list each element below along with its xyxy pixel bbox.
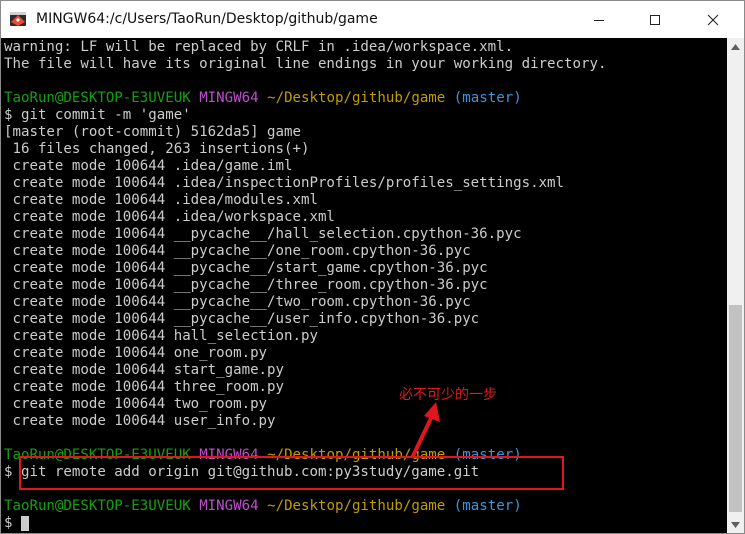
git-bash-window: MINGW64:/c/Users/TaoRun/Desktop/github/g… (0, 0, 745, 534)
window-title: MINGW64:/c/Users/TaoRun/Desktop/github/g… (36, 11, 378, 27)
text-cursor (21, 515, 29, 531)
prompt-path: ~/Desktop/github/game (267, 90, 446, 106)
created-file-line: create mode 100644 three_room.py (4, 379, 285, 395)
prompt-branch: (master) (453, 498, 522, 514)
created-file-line: create mode 100644 hall_selection.py (4, 328, 318, 344)
prompt-host: MINGW64 (199, 90, 259, 106)
title-bar[interactable]: MINGW64:/c/Users/TaoRun/Desktop/github/g… (1, 1, 744, 38)
prompt-user: TaoRun@DESKTOP-E3UVEUK (4, 498, 191, 514)
annotation-highlight-box (19, 456, 564, 490)
prompt-user: TaoRun@DESKTOP-E3UVEUK (4, 90, 191, 106)
chevron-down-icon (731, 521, 740, 528)
prompt-line: TaoRun@DESKTOP-E3UVEUK MINGW64 ~/Desktop… (4, 90, 522, 107)
input-line[interactable]: $ (4, 515, 29, 532)
close-button[interactable] (690, 1, 736, 38)
created-file-line: create mode 100644 __pycache__/two_room.… (4, 294, 471, 310)
git-bash-app-icon (10, 12, 26, 26)
command-line: $ git commit -m 'game' (4, 107, 191, 123)
prompt-symbol: $ (4, 515, 13, 531)
created-file-line: create mode 100644 user_info.py (4, 413, 276, 429)
created-file-line: create mode 100644 one_room.py (4, 345, 268, 361)
scroll-up-button[interactable] (727, 38, 744, 55)
created-file-line: create mode 100644 __pycache__/three_roo… (4, 277, 488, 293)
created-file-line: create mode 100644 .idea/workspace.xml (4, 209, 335, 225)
created-file-line: create mode 100644 two_room.py (4, 396, 268, 412)
prompt-host: MINGW64 (199, 498, 259, 514)
created-file-line: create mode 100644 __pycache__/user_info… (4, 311, 480, 327)
chevron-up-icon (731, 43, 740, 50)
output-line: [master (root-commit) 5162da5] game (4, 124, 301, 140)
created-file-line: create mode 100644 .idea/game.iml (4, 158, 293, 174)
created-file-line: create mode 100644 .idea/modules.xml (4, 192, 318, 208)
scroll-thumb[interactable] (729, 305, 742, 512)
maximize-icon (650, 14, 660, 25)
prompt-line: TaoRun@DESKTOP-E3UVEUK MINGW64 ~/Desktop… (4, 498, 522, 515)
vertical-scrollbar[interactable] (727, 38, 744, 533)
minimize-icon (594, 19, 604, 21)
close-icon (707, 14, 719, 25)
maximize-button[interactable] (632, 1, 678, 38)
created-file-line: create mode 100644 start_game.py (4, 362, 285, 378)
prompt-branch: (master) (453, 90, 522, 106)
prompt-path: ~/Desktop/github/game (267, 498, 446, 514)
created-file-line: create mode 100644 __pycache__/one_room.… (4, 243, 471, 259)
minimize-button[interactable] (576, 1, 622, 38)
warning-line: warning: LF will be replaced by CRLF in … (4, 39, 514, 55)
output-line: 16 files changed, 263 insertions(+) (4, 141, 310, 157)
scroll-down-button[interactable] (727, 516, 744, 533)
created-file-line: create mode 100644 .idea/inspectionProfi… (4, 175, 565, 191)
created-file-line: create mode 100644 __pycache__/hall_sele… (4, 226, 522, 242)
annotation-arrow-icon (410, 402, 440, 459)
created-file-line: create mode 100644 __pycache__/start_gam… (4, 260, 488, 276)
warning-line: The file will have its original line end… (4, 56, 607, 72)
